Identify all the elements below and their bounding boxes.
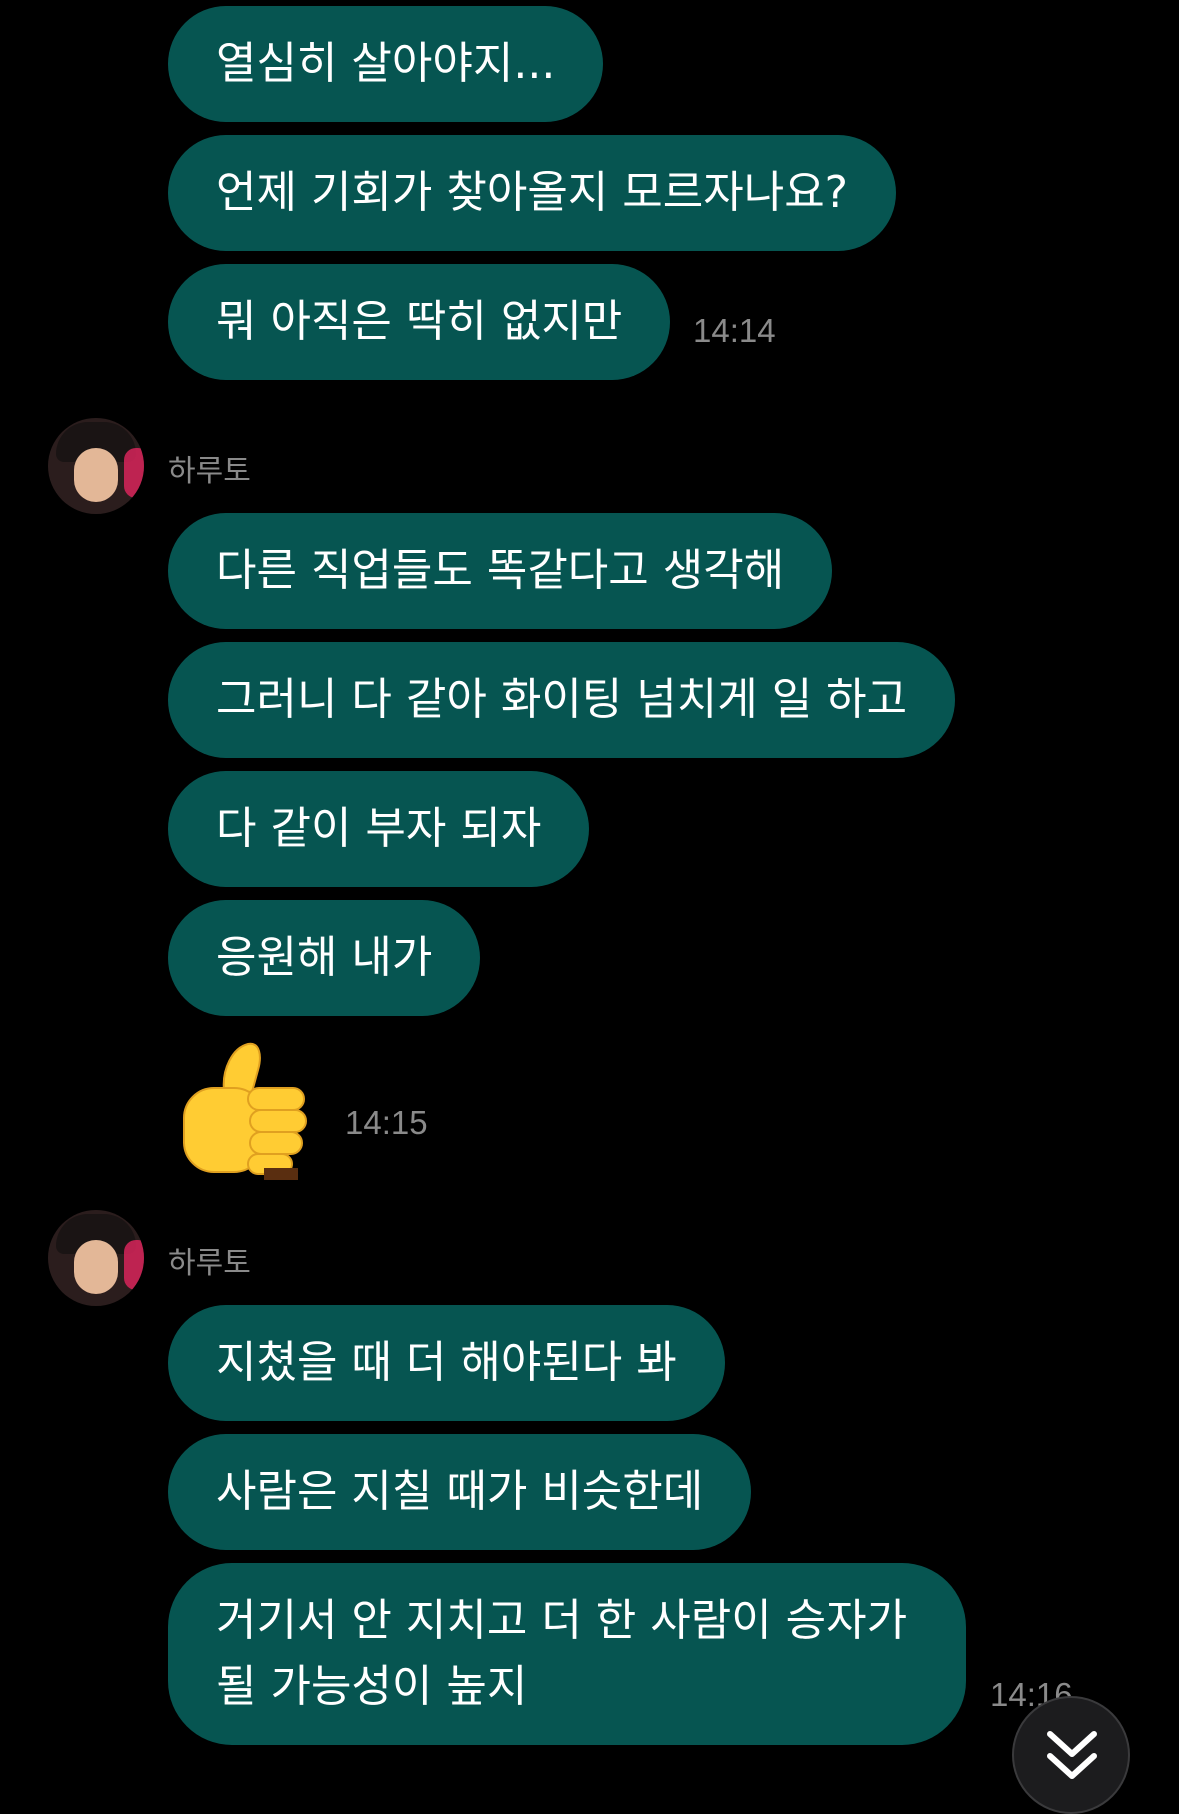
avatar[interactable] <box>48 418 144 514</box>
message-bubble[interactable]: 다 같이 부자 되자 <box>168 771 590 887</box>
avatar[interactable] <box>48 1210 144 1306</box>
message-bubble[interactable]: 사람은 지칠 때가 비슷한데 <box>168 1434 752 1550</box>
message-text: 다른 직업들도 똑같다고 생각해 <box>216 545 785 596</box>
message-text-line: 될 가능성이 높지 <box>216 1661 528 1712</box>
message-bubble[interactable]: 뭐 아직은 딱히 없지만 <box>168 264 671 380</box>
message-text: 열심히 살아야지... <box>216 38 556 89</box>
message-timestamp: 14:15 <box>345 1104 428 1141</box>
scroll-to-bottom-button[interactable] <box>1012 1696 1130 1814</box>
message-text: 다 같이 부자 되자 <box>216 803 542 854</box>
message-bubble[interactable]: 응원해 내가 <box>168 900 481 1016</box>
message-text-line: 거기서 안 지치고 더 한 사람이 승자가 <box>216 1595 908 1646</box>
message-bubble[interactable]: 열심히 살아야지... <box>168 6 604 122</box>
double-chevron-down-icon <box>1047 1731 1097 1779</box>
message-text: 그러니 다 같아 화이팅 넘치게 일 하고 <box>216 674 908 725</box>
sender-name: 하루토 <box>168 454 251 489</box>
message-text: 지쳤을 때 더 해야된다 봐 <box>216 1337 677 1388</box>
message-bubble[interactable]: 그러니 다 같아 화이팅 넘치게 일 하고 <box>168 642 956 758</box>
message-text: 사람은 지칠 때가 비슷한데 <box>216 1466 704 1517</box>
message-timestamp: 14:14 <box>693 312 776 349</box>
message-bubble[interactable]: 지쳤을 때 더 해야된다 봐 <box>168 1305 725 1421</box>
message-text: 뭐 아직은 딱히 없지만 <box>216 296 623 347</box>
sender-name: 하루토 <box>168 1246 251 1281</box>
message-text: 언제 기회가 찾아올지 모르자나요? <box>216 167 849 218</box>
message-bubble[interactable]: 다른 직업들도 똑같다고 생각해 <box>168 513 833 629</box>
message-text: 응원해 내가 <box>216 932 433 983</box>
message-bubble[interactable]: 언제 기회가 찾아올지 모르자나요? <box>168 135 897 251</box>
thumbs-up-icon[interactable] <box>172 1030 322 1180</box>
message-bubble[interactable]: 거기서 안 지치고 더 한 사람이 승자가 될 가능성이 높지 <box>168 1563 966 1745</box>
